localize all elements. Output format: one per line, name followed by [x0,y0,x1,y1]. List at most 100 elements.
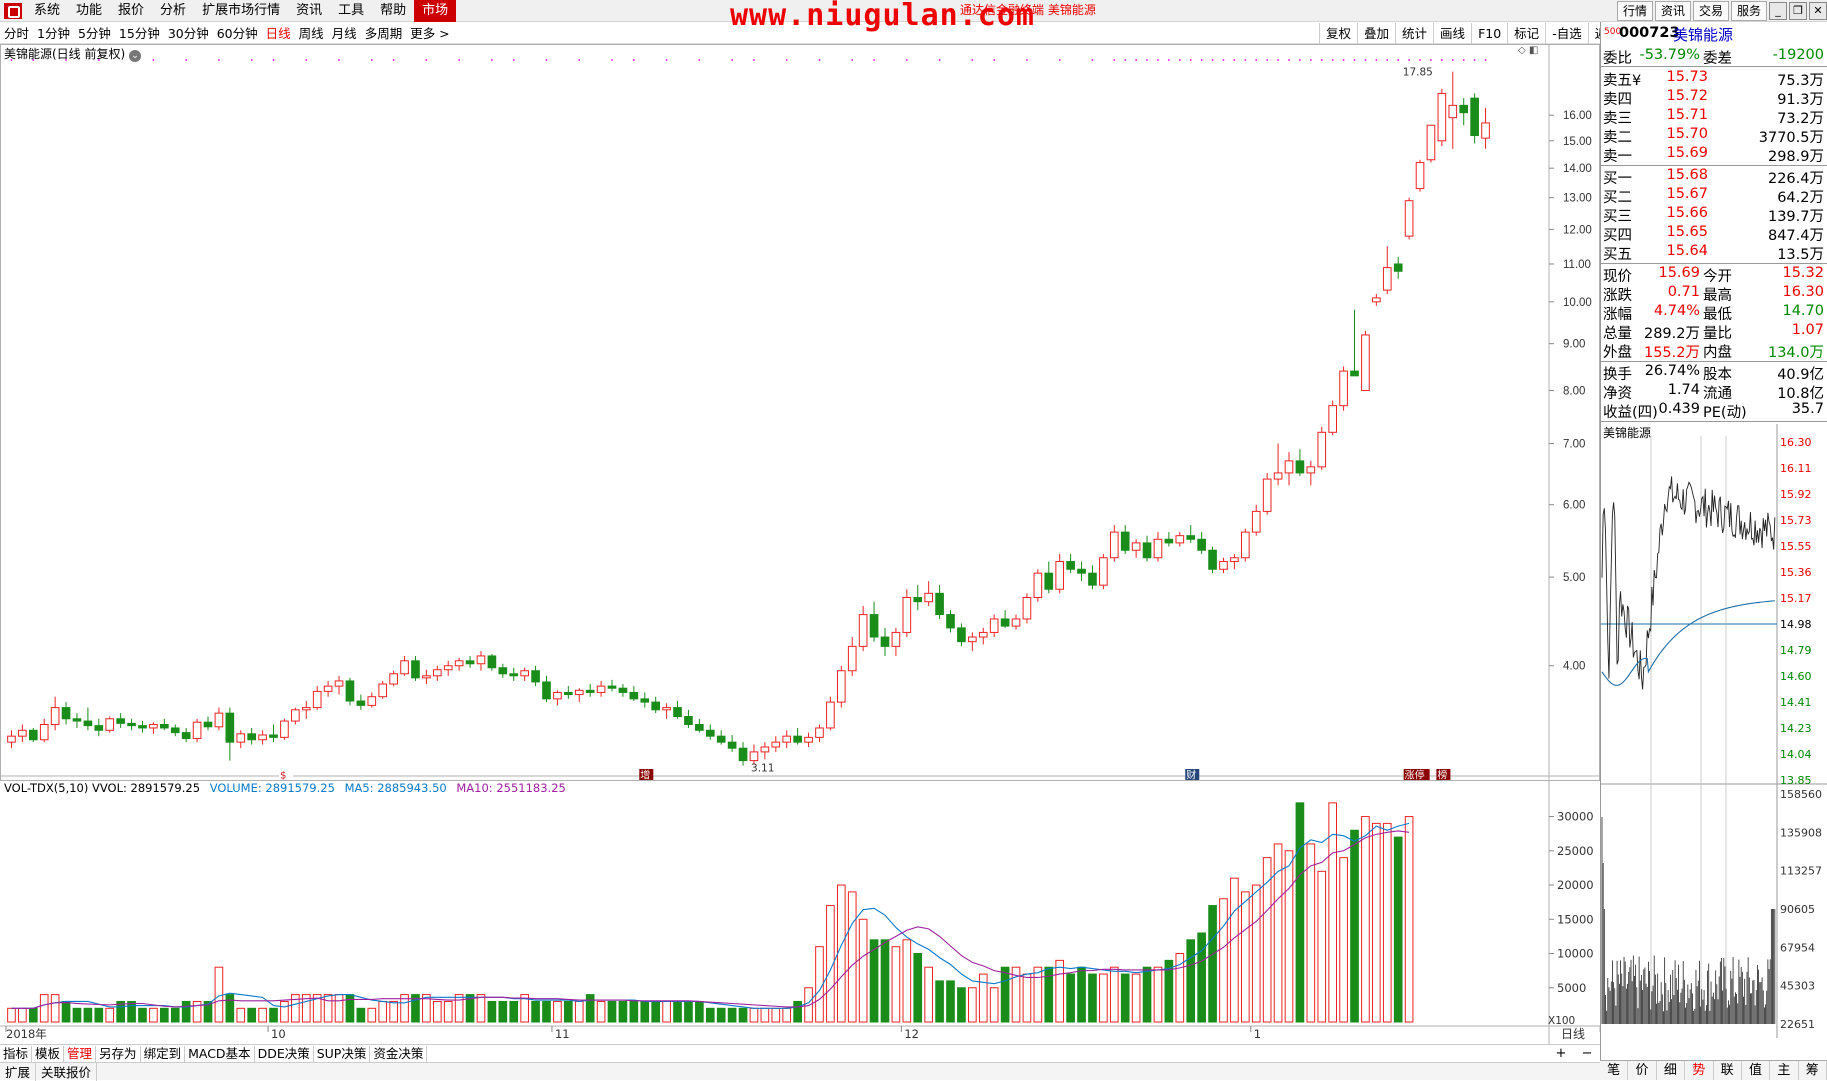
stat-row: 外盘 155.2万 内盘 134.0万 [1601,341,1827,361]
close-icon[interactable]: ✕ [1809,2,1827,20]
signal-dot [731,59,734,61]
indicator-tab-8[interactable]: 资金决策 [370,1045,428,1062]
toolbar-5[interactable]: 标记 [1507,23,1545,44]
menu-tools[interactable]: 工具 [330,0,372,22]
period-6[interactable]: 日线 [262,23,295,44]
candle [367,692,377,708]
period-3[interactable]: 15分钟 [115,23,164,44]
mini-price-tick: 15.73 [1780,514,1812,527]
right-tab-6[interactable]: 主 [1770,1061,1799,1080]
candle [673,701,682,719]
period-5[interactable]: 60分钟 [213,23,262,44]
volume-bar [771,1007,781,1023]
period-4[interactable]: 30分钟 [164,23,213,44]
restore-icon[interactable]: ❐ [1789,2,1807,20]
indicator-tab-4[interactable]: 绑定到 [141,1045,186,1062]
btn-fuwu[interactable]: 服务 [1730,1,1767,21]
ask-price: 15.69 [1666,145,1708,161]
toolbar-4[interactable]: F10 [1471,23,1507,44]
period-0[interactable]: 分时 [0,23,33,44]
period-1[interactable]: 1分钟 [33,23,74,44]
toolbar-1[interactable]: 叠加 [1357,23,1395,44]
event-marker[interactable]: 增 [640,769,650,782]
period-8[interactable]: 月线 [328,23,361,44]
period-2[interactable]: 5分钟 [74,23,115,44]
indicator-tab-3[interactable]: 另存为 [96,1045,141,1062]
candle [574,688,584,703]
menu-info[interactable]: 资讯 [288,0,330,22]
mini-volume-tick: 113257 [1780,865,1822,878]
signal-dot [1211,59,1214,61]
menu-help[interactable]: 帮助 [372,0,414,22]
candle [247,727,257,745]
volume-bar [454,994,464,1023]
btn-hangqing[interactable]: 行情 [1616,1,1653,21]
indicator-tab-7[interactable]: SUP决策 [314,1045,371,1062]
app-logo-icon[interactable] [4,2,22,19]
right-tab-5[interactable]: 值 [1742,1061,1771,1080]
toolbar-0[interactable]: 复权 [1319,23,1357,44]
indicator-tab-5[interactable]: MACD基本 [185,1045,255,1062]
pane-settings-icon[interactable]: ◇ ◧ [1518,45,1538,56]
bid-price: 15.65 [1666,224,1708,240]
zoom-out-icon[interactable]: − [1582,1046,1593,1061]
right-tab-4[interactable]: 联 [1714,1061,1742,1080]
candle [880,627,890,656]
toolbar-3[interactable]: 画线 [1433,23,1471,44]
volume-bar [1393,836,1403,1023]
candle [1459,98,1469,126]
candle [858,605,868,652]
event-marker[interactable]: 榜 [1437,769,1447,782]
candle [553,690,562,706]
volume-bar [564,1000,573,1023]
right-tab-7[interactable]: 筹 [1799,1061,1827,1080]
tab-extend[interactable]: 扩展 [0,1062,37,1081]
stat-label: PE(动) [1703,405,1747,421]
candle [7,730,16,749]
ask-volume: 3770.5万 [1758,130,1824,146]
candle [1448,71,1458,149]
menu-function[interactable]: 功能 [68,0,110,22]
right-tab-3[interactable]: 势 [1685,1061,1714,1080]
indicator-tabs: 指标 模板 管理 另存为 绑定到 MACD基本 DDE决策 SUP决策 资金决策 [0,1044,1600,1062]
zoom-in-icon[interactable]: + [1556,1046,1567,1061]
menu-quote[interactable]: 报价 [110,0,152,22]
btn-jiaoyi[interactable]: 交易 [1692,1,1729,21]
right-tab-1[interactable]: 价 [1628,1061,1657,1080]
minimize-icon[interactable]: _ [1769,2,1787,20]
event-marker[interactable]: $ [280,771,286,782]
btn-zixun[interactable]: 资讯 [1654,1,1691,21]
right-tab-0[interactable]: 笔 [1600,1061,1629,1080]
period-7[interactable]: 周线 [295,23,328,44]
indicator-tab-2[interactable]: 管理 [64,1045,97,1062]
period-9[interactable]: 多周期 [361,23,407,44]
event-marker[interactable]: 财 [1186,769,1196,782]
chevron-down-icon[interactable]: ⌄ [129,50,142,62]
volume-bar [247,1007,257,1023]
stat-value: 1.07 [1791,322,1824,338]
bid-price: 15.64 [1666,243,1708,259]
chart-title: 美锦能源(日线 前复权) ⌄ [4,45,142,62]
kline-chart[interactable]: 16.0015.0014.0013.0012.0011.0010.009.008… [0,44,1600,1052]
vol-indicator-name[interactable]: VOL-TDX(5,10) [4,781,88,795]
menu-market[interactable]: 市场 [414,0,457,22]
toolbar-2[interactable]: 统计 [1395,23,1433,44]
indicator-tab-1[interactable]: 模板 [32,1045,65,1062]
menu-extended-market[interactable]: 扩展市场行情 [194,0,288,22]
candle [924,581,933,606]
time-tick-label: 12 [904,1027,919,1041]
candle [509,667,519,681]
tab-related-quote[interactable]: 关联报价 [36,1062,98,1081]
event-marker[interactable]: 涨停 [1405,769,1425,782]
candle [105,716,115,733]
toolbar-6[interactable]: -自选 [1545,23,1588,44]
menu-analysis[interactable]: 分析 [152,0,194,22]
intraday-mini-chart[interactable]: 美锦能源 16.30 16.11 15.92 15.73 15.55 15.36 15.17 1… [1601,424,1827,1038]
menu-system[interactable]: 系统 [26,0,68,22]
candle [1404,197,1414,240]
stat-value: 10.8亿 [1777,386,1824,402]
right-tab-2[interactable]: 细 [1657,1061,1686,1080]
indicator-tab-6[interactable]: DDE决策 [255,1045,314,1062]
period-10[interactable]: 更多 > [406,23,453,44]
indicator-tab-0[interactable]: 指标 [0,1045,33,1062]
